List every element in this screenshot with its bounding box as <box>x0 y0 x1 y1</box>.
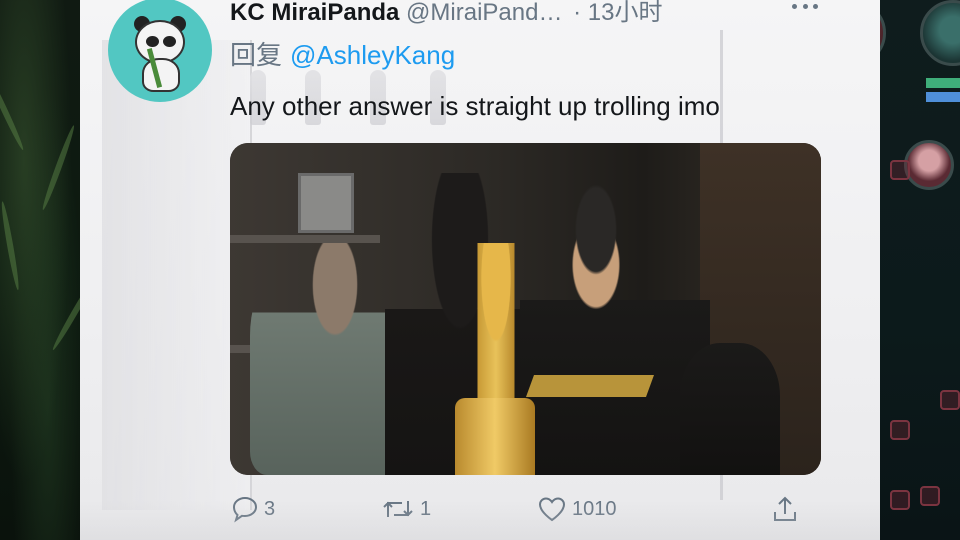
share-icon <box>770 494 800 524</box>
tweet-text: Any other answer is straight up trolling… <box>230 91 720 121</box>
tweet-card[interactable]: KC MiraiPanda @MiraiPand… · 13小时 回复 @Ashl… <box>80 0 880 540</box>
tweet-actions: 3 1 1010 <box>230 494 830 524</box>
retweet-icon <box>380 495 416 523</box>
reply-button[interactable]: 3 <box>230 494 275 524</box>
like-button[interactable]: 1010 <box>536 494 617 524</box>
heart-icon <box>536 495 568 523</box>
tweet-media-image[interactable] <box>230 143 821 475</box>
game-background-left <box>0 0 101 540</box>
author-name[interactable]: KC MiraiPanda <box>230 0 399 26</box>
share-button[interactable] <box>770 494 800 524</box>
reply-count: 3 <box>264 497 276 520</box>
tweet-timestamp[interactable]: · 13小时 <box>573 0 662 26</box>
author-handle[interactable]: @MiraiPand… <box>406 0 562 26</box>
champion-portrait-2 <box>920 0 960 66</box>
more-icon[interactable] <box>792 4 818 12</box>
author-avatar[interactable] <box>108 0 212 102</box>
like-count: 1010 <box>572 497 617 520</box>
comment-icon <box>230 495 260 523</box>
reply-context: 回复 @AshleyKang <box>230 40 455 70</box>
game-hud-right <box>820 0 960 540</box>
ally-portrait <box>904 140 954 190</box>
retweet-button[interactable]: 1 <box>380 494 431 524</box>
tweet-header: KC MiraiPanda @MiraiPand… · 13小时 <box>230 0 663 26</box>
retweet-count: 1 <box>420 497 432 520</box>
reply-mention-link[interactable]: @AshleyKang <box>290 40 455 70</box>
reply-prefix: 回复 <box>230 40 283 70</box>
